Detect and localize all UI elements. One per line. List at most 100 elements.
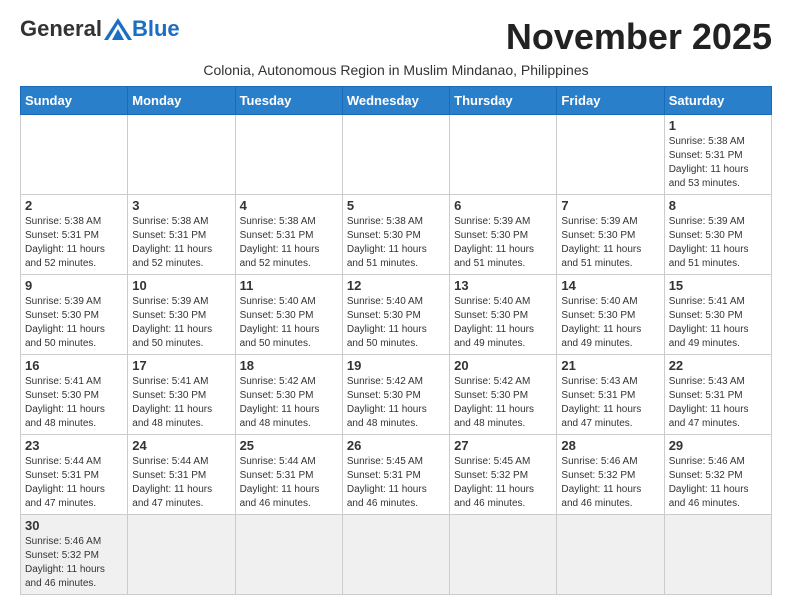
day-number: 4 — [240, 198, 338, 213]
calendar-table: SundayMondayTuesdayWednesdayThursdayFrid… — [20, 86, 772, 595]
calendar-day-cell — [557, 115, 664, 195]
day-info: Sunrise: 5:44 AM Sunset: 5:31 PM Dayligh… — [240, 455, 338, 511]
day-number: 17 — [132, 358, 230, 373]
calendar-day-cell: 8 Sunrise: 5:39 AM Sunset: 5:30 PM Daylig… — [664, 195, 771, 275]
day-info: Sunrise: 5:42 AM Sunset: 5:30 PM Dayligh… — [240, 375, 338, 431]
day-number: 24 — [132, 438, 230, 453]
day-number: 9 — [25, 278, 123, 293]
calendar-day-cell: 14 Sunrise: 5:40 AM Sunset: 5:30 PM Dayli… — [557, 275, 664, 355]
day-info: Sunrise: 5:41 AM Sunset: 5:30 PM Dayligh… — [669, 295, 767, 351]
calendar-day-cell: 24 Sunrise: 5:44 AM Sunset: 5:31 PM Dayli… — [128, 435, 235, 515]
day-info: Sunrise: 5:41 AM Sunset: 5:30 PM Dayligh… — [132, 375, 230, 431]
day-info: Sunrise: 5:39 AM Sunset: 5:30 PM Dayligh… — [454, 215, 552, 271]
calendar-header-thursday: Thursday — [450, 87, 557, 115]
day-info: Sunrise: 5:46 AM Sunset: 5:32 PM Dayligh… — [669, 455, 767, 511]
calendar-day-cell: 5 Sunrise: 5:38 AM Sunset: 5:30 PM Daylig… — [342, 195, 449, 275]
calendar-day-cell: 20 Sunrise: 5:42 AM Sunset: 5:30 PM Dayli… — [450, 355, 557, 435]
day-info: Sunrise: 5:39 AM Sunset: 5:30 PM Dayligh… — [132, 295, 230, 351]
calendar-day-cell: 15 Sunrise: 5:41 AM Sunset: 5:30 PM Dayli… — [664, 275, 771, 355]
page-header: General Blue November 2025 — [20, 16, 772, 58]
day-number: 16 — [25, 358, 123, 373]
day-number: 27 — [454, 438, 552, 453]
calendar-day-cell: 25 Sunrise: 5:44 AM Sunset: 5:31 PM Dayli… — [235, 435, 342, 515]
day-info: Sunrise: 5:45 AM Sunset: 5:31 PM Dayligh… — [347, 455, 445, 511]
day-info: Sunrise: 5:38 AM Sunset: 5:30 PM Dayligh… — [347, 215, 445, 271]
day-info: Sunrise: 5:40 AM Sunset: 5:30 PM Dayligh… — [347, 295, 445, 351]
calendar-day-cell — [128, 515, 235, 595]
calendar-day-cell: 7Sunrise: 5:39 AM Sunset: 5:30 PM Daylig… — [557, 195, 664, 275]
day-number: 25 — [240, 438, 338, 453]
day-number: 26 — [347, 438, 445, 453]
day-number: 19 — [347, 358, 445, 373]
day-number: 8 — [669, 198, 767, 213]
calendar-day-cell: 26 Sunrise: 5:45 AM Sunset: 5:31 PM Dayli… — [342, 435, 449, 515]
calendar-header-wednesday: Wednesday — [342, 87, 449, 115]
day-info: Sunrise: 5:45 AM Sunset: 5:32 PM Dayligh… — [454, 455, 552, 511]
day-number: 6 — [454, 198, 552, 213]
calendar-day-cell — [342, 115, 449, 195]
calendar-day-cell — [557, 515, 664, 595]
day-info: Sunrise: 5:39 AM Sunset: 5:30 PM Dayligh… — [669, 215, 767, 271]
day-info: Sunrise: 5:42 AM Sunset: 5:30 PM Dayligh… — [347, 375, 445, 431]
day-number: 14 — [561, 278, 659, 293]
day-number: 1 — [669, 118, 767, 133]
calendar-week-row: 1Sunrise: 5:38 AM Sunset: 5:31 PM Daylig… — [21, 115, 772, 195]
calendar-day-cell: 10Sunrise: 5:39 AM Sunset: 5:30 PM Dayli… — [128, 275, 235, 355]
day-info: Sunrise: 5:38 AM Sunset: 5:31 PM Dayligh… — [240, 215, 338, 271]
calendar-day-cell: 2 Sunrise: 5:38 AM Sunset: 5:31 PM Daylig… — [21, 195, 128, 275]
logo-icon — [104, 18, 132, 40]
calendar-day-cell — [342, 515, 449, 595]
calendar-day-cell — [664, 515, 771, 595]
day-info: Sunrise: 5:43 AM Sunset: 5:31 PM Dayligh… — [669, 375, 767, 431]
calendar-day-cell: 1Sunrise: 5:38 AM Sunset: 5:31 PM Daylig… — [664, 115, 771, 195]
day-info: Sunrise: 5:41 AM Sunset: 5:30 PM Dayligh… — [25, 375, 123, 431]
day-number: 22 — [669, 358, 767, 373]
day-info: Sunrise: 5:38 AM Sunset: 5:31 PM Dayligh… — [25, 215, 123, 271]
calendar-header-sunday: Sunday — [21, 87, 128, 115]
calendar-day-cell: 11Sunrise: 5:40 AM Sunset: 5:30 PM Dayli… — [235, 275, 342, 355]
day-info: Sunrise: 5:44 AM Sunset: 5:31 PM Dayligh… — [25, 455, 123, 511]
day-info: Sunrise: 5:44 AM Sunset: 5:31 PM Dayligh… — [132, 455, 230, 511]
calendar-day-cell: 23 Sunrise: 5:44 AM Sunset: 5:31 PM Dayli… — [21, 435, 128, 515]
calendar-header-row: SundayMondayTuesdayWednesdayThursdayFrid… — [21, 87, 772, 115]
day-number: 13 — [454, 278, 552, 293]
day-number: 28 — [561, 438, 659, 453]
day-info: Sunrise: 5:40 AM Sunset: 5:30 PM Dayligh… — [561, 295, 659, 351]
day-info: Sunrise: 5:40 AM Sunset: 5:30 PM Dayligh… — [454, 295, 552, 351]
calendar-week-row: 16 Sunrise: 5:41 AM Sunset: 5:30 PM Dayli… — [21, 355, 772, 435]
calendar-day-cell: 17 Sunrise: 5:41 AM Sunset: 5:30 PM Dayli… — [128, 355, 235, 435]
logo-blue-text: Blue — [132, 16, 180, 42]
calendar-day-cell: 6 Sunrise: 5:39 AM Sunset: 5:30 PM Daylig… — [450, 195, 557, 275]
day-info: Sunrise: 5:43 AM Sunset: 5:31 PM Dayligh… — [561, 375, 659, 431]
calendar-day-cell: 21Sunrise: 5:43 AM Sunset: 5:31 PM Dayli… — [557, 355, 664, 435]
day-number: 5 — [347, 198, 445, 213]
calendar-day-cell: 12Sunrise: 5:40 AM Sunset: 5:30 PM Dayli… — [342, 275, 449, 355]
logo: General Blue — [20, 16, 180, 42]
calendar-day-cell: 9 Sunrise: 5:39 AM Sunset: 5:30 PM Daylig… — [21, 275, 128, 355]
calendar-day-cell — [235, 115, 342, 195]
day-number: 2 — [25, 198, 123, 213]
day-number: 20 — [454, 358, 552, 373]
calendar-week-row: 23 Sunrise: 5:44 AM Sunset: 5:31 PM Dayli… — [21, 435, 772, 515]
calendar-day-cell: 30Sunrise: 5:46 AM Sunset: 5:32 PM Dayli… — [21, 515, 128, 595]
calendar-day-cell — [450, 115, 557, 195]
day-info: Sunrise: 5:46 AM Sunset: 5:32 PM Dayligh… — [561, 455, 659, 511]
calendar-day-cell — [450, 515, 557, 595]
calendar-subtitle: Colonia, Autonomous Region in Muslim Min… — [20, 62, 772, 78]
day-info: Sunrise: 5:42 AM Sunset: 5:30 PM Dayligh… — [454, 375, 552, 431]
day-info: Sunrise: 5:46 AM Sunset: 5:32 PM Dayligh… — [25, 535, 123, 591]
calendar-day-cell: 27 Sunrise: 5:45 AM Sunset: 5:32 PM Dayli… — [450, 435, 557, 515]
day-number: 15 — [669, 278, 767, 293]
logo-general-text: General — [20, 16, 102, 42]
calendar-week-row: 2 Sunrise: 5:38 AM Sunset: 5:31 PM Daylig… — [21, 195, 772, 275]
calendar-day-cell: 19 Sunrise: 5:42 AM Sunset: 5:30 PM Dayli… — [342, 355, 449, 435]
calendar-day-cell: 22 Sunrise: 5:43 AM Sunset: 5:31 PM Dayli… — [664, 355, 771, 435]
calendar-day-cell: 28 Sunrise: 5:46 AM Sunset: 5:32 PM Dayli… — [557, 435, 664, 515]
day-number: 3 — [132, 198, 230, 213]
calendar-day-cell — [128, 115, 235, 195]
calendar-header-tuesday: Tuesday — [235, 87, 342, 115]
calendar-day-cell — [235, 515, 342, 595]
day-number: 23 — [25, 438, 123, 453]
day-info: Sunrise: 5:39 AM Sunset: 5:30 PM Dayligh… — [25, 295, 123, 351]
calendar-header-friday: Friday — [557, 87, 664, 115]
